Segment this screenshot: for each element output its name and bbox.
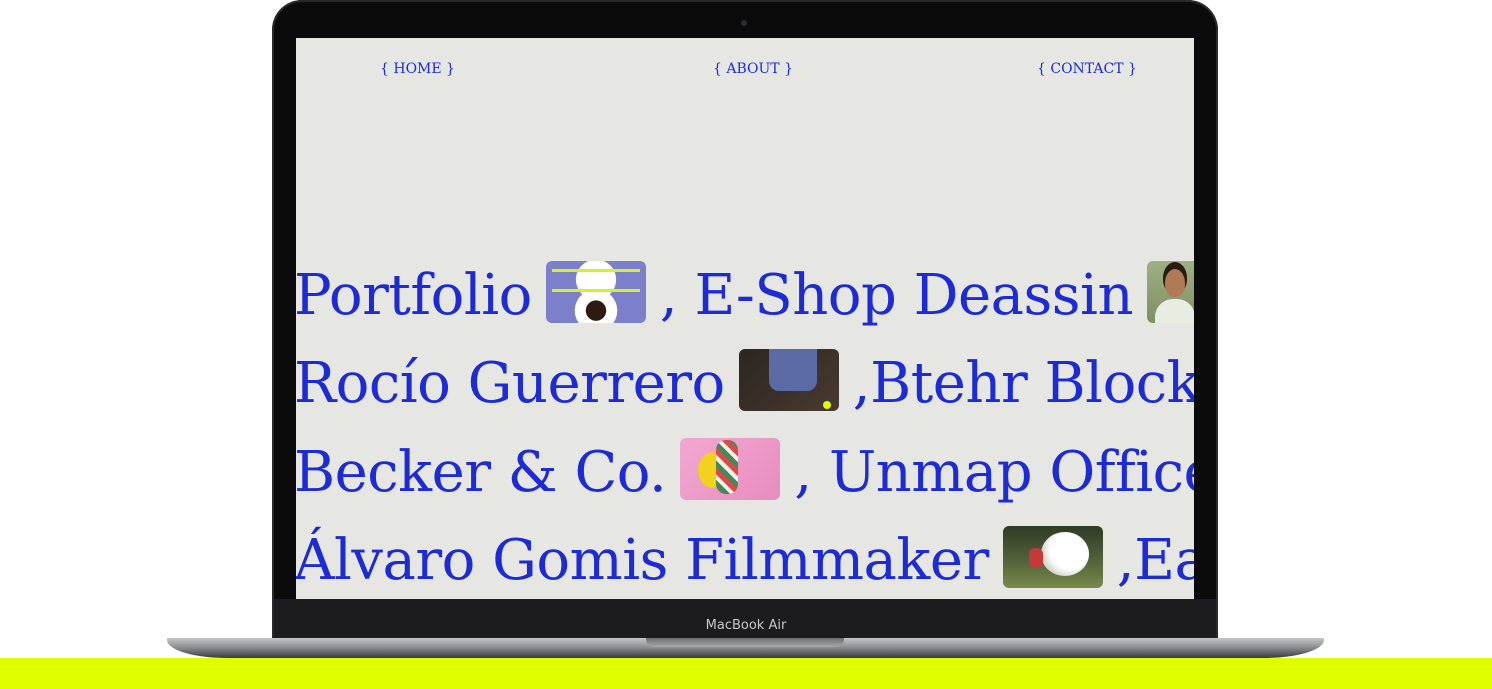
- turkey-thumbnail[interactable]: [1002, 525, 1103, 588]
- laptop-notch: [646, 638, 844, 647]
- hands-thumbnail[interactable]: [738, 348, 839, 411]
- project-list-row: Álvaro Gomis Filmmaker,Easy V: [296, 525, 1194, 596]
- nav-contact-link[interactable]: { CONTACT }: [1037, 61, 1137, 77]
- nav-home-link[interactable]: { HOME }: [380, 61, 455, 77]
- separator: ,: [794, 440, 812, 505]
- portrait-thumbnail[interactable]: [1147, 260, 1194, 323]
- project-link-becker-co[interactable]: Becker & Co.: [296, 440, 667, 505]
- project-list-row: Becker & Co., Unmap Office,: [296, 437, 1194, 508]
- pink-still-life-thumbnail[interactable]: [680, 437, 781, 500]
- project-list-row: Portfolio, E-Shop Deassin, Ir: [296, 260, 1194, 331]
- camera-icon: [741, 20, 747, 26]
- project-link-btehr-blockchain[interactable]: Btehr Blockchai: [870, 351, 1194, 416]
- website-screen: { HOME } { ABOUT } { CONTACT } Portfolio…: [296, 38, 1194, 599]
- project-link-unmap-office[interactable]: Unmap Office: [829, 440, 1194, 505]
- project-link-portfolio[interactable]: Portfolio: [296, 263, 532, 328]
- project-link-easy[interactable]: Easy V: [1134, 528, 1194, 593]
- separator: ,: [1116, 528, 1135, 593]
- nav-about-link[interactable]: { ABOUT }: [713, 61, 793, 77]
- lime-background-band: [0, 658, 1492, 689]
- separator: ,: [659, 263, 678, 328]
- brand-label: MacBook Air: [705, 618, 787, 633]
- cake-stand-thumbnail[interactable]: [545, 260, 646, 323]
- project-link-alvaro-gomis[interactable]: Álvaro Gomis Filmmaker: [296, 528, 989, 593]
- separator: ,: [852, 351, 871, 416]
- project-link-eshop-deassin[interactable]: E-Shop Deassin: [695, 263, 1134, 328]
- project-list-row: Rocío Guerrero,Btehr Blockchai: [296, 348, 1194, 419]
- project-link-rocio-guerrero[interactable]: Rocío Guerrero: [296, 351, 725, 416]
